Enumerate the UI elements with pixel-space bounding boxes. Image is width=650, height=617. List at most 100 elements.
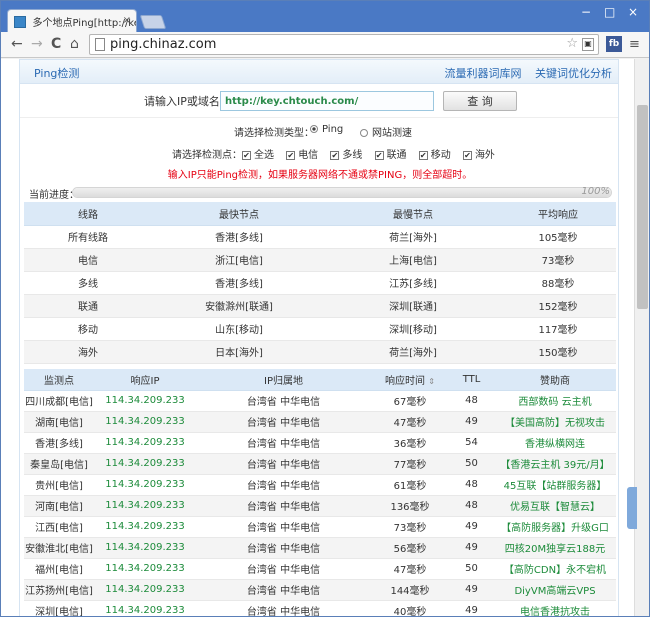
summary-cell: 联通 [24,294,152,318]
url-text[interactable]: ping.chinaz.com [110,37,216,52]
ping-panel: Ping检测 流量利器词库网 关键词优化分析 请输入IP或域名： 查 询 请选择… [19,59,620,616]
sponsor-link[interactable]: 【高防CDN】永不宕机 [494,558,616,580]
detail-cell: 114.34.209.233 [94,579,196,601]
summary-cell: 上海[电信] [326,248,500,272]
checkbox-checked-icon[interactable]: ✔ [374,150,384,160]
detail-header: 响应IP [94,369,196,391]
node-option-multiline[interactable]: ✔ 多线 [330,150,362,161]
type-row: 请选择检测类型： Ping 网站测速 [20,122,620,140]
detail-cell: 77毫秒 [371,453,449,475]
node-option-telecom[interactable]: ✔ 电信 [286,150,318,161]
detail-cell: 香港[多线] [24,432,94,454]
detail-cell: 四川成都[电信] [24,390,94,412]
sponsor-link[interactable]: 【高防服务器】升级G口 [494,516,616,538]
detail-header-sortable[interactable]: 响应时间 ⇕ [371,369,449,391]
detail-cell: 61毫秒 [371,474,449,496]
progress-percent: 100% [581,186,610,197]
scrollbar[interactable] [634,59,649,616]
side-feedback-tab[interactable] [627,487,637,529]
bookmark-star-icon[interactable]: ☆ [566,36,578,51]
header-link-traffic[interactable]: 流量利器词库网 [445,67,522,80]
summary-cell: 海外 [24,340,152,364]
table-row: 安徽淮北[电信] 114.34.209.233 台湾省 中华电信 56毫秒 49 四核20… [24,537,616,559]
checkbox-checked-icon[interactable]: ✔ [286,150,296,160]
sponsor-link[interactable]: 优易互联【智慧云】 [494,495,616,517]
sponsor-link[interactable]: 香港纵横网连 [494,432,616,454]
detail-header-label: 响应时间 [385,375,426,387]
home-icon[interactable]: ⌂ [70,36,79,52]
sponsor-link[interactable]: DiyVM高端云VPS [494,579,616,601]
detail-cell: 48 [449,390,494,412]
reload-icon[interactable]: C [51,36,61,52]
forward-icon[interactable]: → [31,36,43,52]
sponsor-link[interactable]: 电信香港抗攻击 [494,600,616,616]
tab-title: 多个地点Ping[http://key [32,18,137,29]
minimize-icon[interactable]: − [581,5,591,19]
table-row: 移动 山东[移动] 深圳[移动] 117毫秒 [24,317,616,341]
detail-cell: 台湾省 中华电信 [196,390,371,412]
checkbox-checked-icon[interactable]: ✔ [330,150,340,160]
back-icon[interactable]: ← [11,36,23,52]
summary-cell: 深圳[移动] [326,317,500,341]
summary-header: 线路 [24,202,152,226]
table-row: 电信 浙江[电信] 上海[电信] 73毫秒 [24,248,616,272]
sponsor-link[interactable]: 45互联【站群服务器】 [494,474,616,496]
sponsor-link[interactable]: 西部数码 云主机 [494,390,616,412]
checkbox-checked-icon[interactable]: ✔ [462,150,472,160]
maximize-icon[interactable]: □ [604,5,615,19]
browser-toolbar: ← → C ⌂ ping.chinaz.com ☆ ▣ fb ≡ [1,32,649,58]
summary-cell: 88毫秒 [500,271,616,295]
detail-cell: 114.34.209.233 [94,495,196,517]
summary-header: 平均响应 [500,202,616,226]
detail-cell: 48 [449,495,494,517]
detail-cell: 144毫秒 [371,579,449,601]
summary-cell: 多线 [24,271,152,295]
host-input[interactable] [220,91,434,111]
sort-icon[interactable]: ⇕ [428,377,435,386]
query-button[interactable]: 查 询 [443,91,517,111]
detail-cell: 台湾省 中华电信 [196,453,371,475]
radio-selected-icon[interactable] [310,125,318,133]
title-bar: 多个地点Ping[http://key × − □ × [1,1,649,33]
close-window-icon[interactable]: × [628,5,638,19]
sponsor-link[interactable]: 四核20M独享云188元 [494,537,616,559]
node-option-overseas[interactable]: ✔ 海外 [462,150,495,161]
detail-cell: 114.34.209.233 [94,453,196,475]
tab-close-icon[interactable]: × [123,15,131,26]
extension-icon[interactable]: ▣ [582,38,594,51]
node-option-mobile[interactable]: ✔ 移动 [418,150,451,161]
table-row: 湖南[电信] 114.34.209.233 台湾省 中华电信 47毫秒 49 【美国高防】… [24,411,616,433]
type-option-ping[interactable]: Ping [310,124,343,135]
checkbox-checked-icon[interactable]: ✔ [418,150,428,160]
address-bar[interactable]: ping.chinaz.com ☆ ▣ [89,34,599,55]
node-option-all[interactable]: ✔ 全选 [242,150,274,161]
scrollbar-thumb[interactable] [637,105,648,309]
browser-tab[interactable]: 多个地点Ping[http://key × [7,9,137,33]
type-option-speed[interactable]: 网站测速 [360,124,412,139]
menu-icon[interactable]: ≡ [629,37,640,52]
node-option-unicom[interactable]: ✔ 联通 [374,150,407,161]
type-label: 请选择检测类型： [234,128,314,139]
detail-cell: 台湾省 中华电信 [196,432,371,454]
facebook-extension-icon[interactable]: fb [606,36,622,52]
header-link-keyword[interactable]: 关键词优化分析 [535,67,612,80]
summary-header: 最快节点 [152,202,326,226]
summary-cell: 117毫秒 [500,317,616,341]
sponsor-link[interactable]: 【香港云主机 39元/月】 [494,453,616,475]
summary-cell: 所有线路 [24,225,152,249]
type-option-label: Ping [322,124,344,135]
detail-cell: 47毫秒 [371,411,449,433]
detail-cell: 台湾省 中华电信 [196,516,371,538]
sponsor-link[interactable]: 【美国高防】无视攻击 [494,411,616,433]
detail-cell: 河南[电信] [24,495,94,517]
radio-icon[interactable] [360,129,368,137]
summary-cell: 香港[多线] [152,225,326,249]
detail-cell: 54 [449,432,494,454]
new-tab-button[interactable] [139,15,167,29]
detail-cell: 49 [449,579,494,601]
progress-bar [72,187,612,198]
input-label: 请输入IP或域名： [144,95,231,108]
checkbox-checked-icon[interactable]: ✔ [242,150,251,160]
page-icon [95,38,105,51]
summary-cell: 日本[海外] [152,340,326,364]
